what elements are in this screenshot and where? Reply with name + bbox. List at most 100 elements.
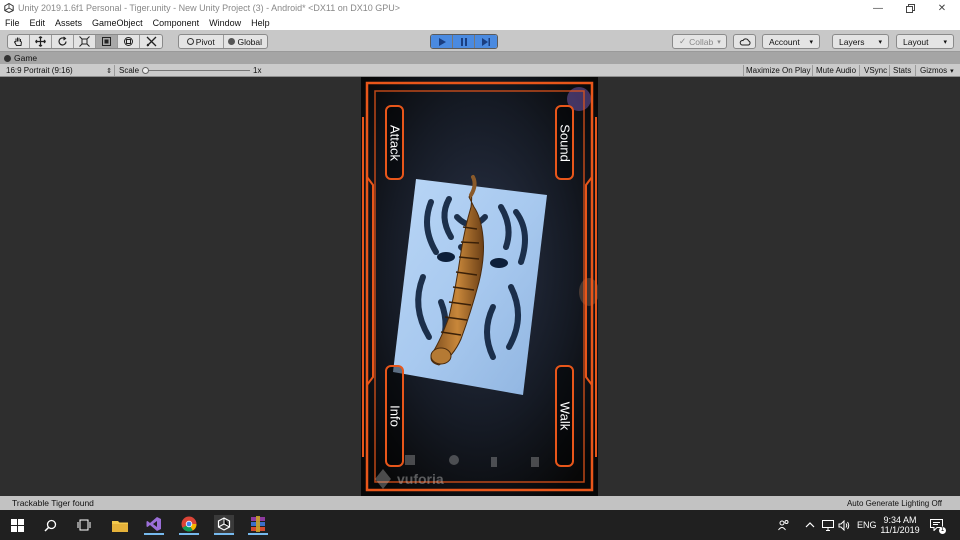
menu-component[interactable]: Component	[153, 18, 200, 28]
account-label: Account	[769, 36, 800, 47]
unity-logo-icon	[4, 3, 14, 13]
console-message[interactable]: Trackable Tiger found	[12, 498, 94, 508]
aspect-dropdown[interactable]: 16:9 Portrait (9:16) ⇕	[6, 64, 114, 77]
aspect-label: 16:9 Portrait (9:16)	[6, 66, 73, 75]
winrar-icon[interactable]	[248, 515, 268, 535]
chrome-icon[interactable]	[179, 515, 199, 535]
rotate-tool-icon[interactable]	[52, 35, 74, 48]
layers-label: Layers	[839, 36, 865, 47]
vuforia-watermark: vuforia	[397, 471, 444, 487]
pause-icon	[460, 37, 467, 46]
attack-label: Attack	[387, 124, 402, 161]
layout-dropdown[interactable]: Layout ▾	[896, 34, 954, 49]
chevron-up-icon[interactable]	[805, 510, 815, 540]
language-indicator[interactable]: ENG	[857, 510, 877, 540]
tab-game[interactable]: Game	[0, 53, 37, 63]
chevron-down-icon: ▾	[717, 38, 721, 46]
info-button[interactable]: Info	[385, 365, 404, 467]
globe-icon	[228, 38, 236, 45]
game-options-bar: 16:9 Portrait (9:16) ⇕ Scale 1x Maximize…	[0, 64, 960, 77]
unity-icon[interactable]	[214, 515, 234, 535]
game-controller-icon	[4, 54, 11, 62]
global-button[interactable]: Global	[224, 35, 268, 48]
collab-label: Collab	[689, 36, 714, 47]
step-icon	[482, 37, 490, 46]
pivot-global-group: Pivot Global	[178, 34, 268, 49]
attack-button[interactable]: Attack	[385, 105, 404, 180]
restore-icon[interactable]	[894, 0, 926, 16]
gizmos-label: Gizmos	[920, 66, 948, 75]
network-icon[interactable]	[822, 510, 834, 540]
scale-tool-icon[interactable]	[74, 35, 96, 48]
pivot-button[interactable]: Pivot	[179, 35, 224, 48]
file-explorer-icon[interactable]	[110, 515, 130, 535]
phone-screen: Attack Sound Info Walk vuforia	[361, 77, 598, 496]
menu-bar: File Edit Assets GameObject Component Wi…	[0, 16, 960, 30]
check-icon: ✓	[679, 36, 687, 46]
status-bar: Trackable Tiger found Auto Generate Ligh…	[0, 496, 960, 510]
scale-label: Scale	[119, 66, 140, 75]
sound-label: Sound	[557, 123, 572, 162]
menu-file[interactable]: File	[5, 18, 20, 28]
mute-audio-toggle[interactable]: Mute Audio	[816, 64, 856, 77]
lighting-status: Auto Generate Lighting Off	[846, 498, 942, 508]
play-button[interactable]	[431, 35, 453, 48]
move-tool-icon[interactable]	[30, 35, 52, 48]
pivot-icon	[186, 38, 194, 45]
scale-slider-thumb[interactable]	[142, 67, 149, 74]
hand-tool-icon[interactable]	[8, 35, 30, 48]
walk-button[interactable]: Walk	[555, 365, 574, 467]
info-label: Info	[387, 405, 402, 427]
chevron-down-icon: ▾	[809, 38, 813, 46]
speaker-icon[interactable]	[838, 510, 850, 540]
visual-studio-icon[interactable]	[144, 515, 164, 535]
collab-button[interactable]: ✓ Collab ▾	[672, 34, 727, 49]
custom-tool-icon[interactable]	[140, 35, 162, 48]
clock-time: 9:34 AM	[883, 515, 917, 525]
search-icon[interactable]	[40, 515, 60, 535]
account-dropdown[interactable]: Account ▾	[762, 34, 820, 49]
gizmos-dropdown[interactable]: Gizmos ▾	[920, 64, 954, 77]
scale-slider[interactable]	[142, 64, 250, 77]
sound-button[interactable]: Sound	[555, 105, 574, 180]
chevron-down-icon: ▾	[878, 38, 882, 46]
windows-start-icon[interactable]	[7, 515, 27, 535]
windows-taskbar: ENG 9:34 AM 11/1/2019 1	[0, 510, 960, 540]
game-tab-label: Game	[14, 53, 38, 63]
main-toolbar: Pivot Global ✓ Collab ▾ Account ▾ Layers…	[0, 30, 960, 52]
layout-label: Layout	[903, 36, 929, 47]
notification-icon[interactable]: 1	[930, 510, 946, 540]
scale-value: 1x	[253, 66, 262, 75]
window-title: Unity 2019.1.6f1 Personal - Tiger.unity …	[18, 3, 401, 13]
menu-gameobject[interactable]: GameObject	[92, 18, 143, 28]
task-view-icon[interactable]	[74, 515, 94, 535]
pause-button[interactable]	[453, 35, 475, 48]
game-tab-bar: Game	[0, 52, 960, 64]
close-icon[interactable]: ✕	[926, 0, 958, 16]
game-viewport: Attack Sound Info Walk vuforia	[0, 77, 960, 496]
rect-tool-icon[interactable]	[96, 35, 118, 48]
step-button[interactable]	[475, 35, 497, 48]
transform-tool-icon[interactable]	[118, 35, 140, 48]
vsync-toggle[interactable]: VSync	[864, 64, 887, 77]
maximize-on-play-toggle[interactable]: Maximize On Play	[746, 64, 810, 77]
play-icon	[438, 37, 446, 46]
menu-assets[interactable]: Assets	[55, 18, 82, 28]
clock[interactable]: 9:34 AM 11/1/2019	[880, 510, 920, 540]
layers-dropdown[interactable]: Layers ▾	[832, 34, 889, 49]
transform-tools	[7, 34, 163, 49]
menu-edit[interactable]: Edit	[30, 18, 46, 28]
menu-help[interactable]: Help	[251, 18, 270, 28]
menu-window[interactable]: Window	[209, 18, 241, 28]
title-bar: Unity 2019.1.6f1 Personal - Tiger.unity …	[0, 0, 960, 16]
playback-controls	[430, 34, 498, 49]
cloud-icon	[739, 37, 750, 45]
chevron-down-icon: ▾	[950, 67, 954, 75]
stats-toggle[interactable]: Stats	[893, 64, 911, 77]
pivot-label: Pivot	[195, 36, 215, 47]
chevron-down-icon: ▾	[943, 38, 947, 46]
clock-date: 11/1/2019	[880, 525, 920, 535]
minimize-icon[interactable]: —	[862, 0, 894, 16]
cloud-button[interactable]	[733, 34, 756, 49]
people-icon[interactable]	[778, 510, 790, 540]
